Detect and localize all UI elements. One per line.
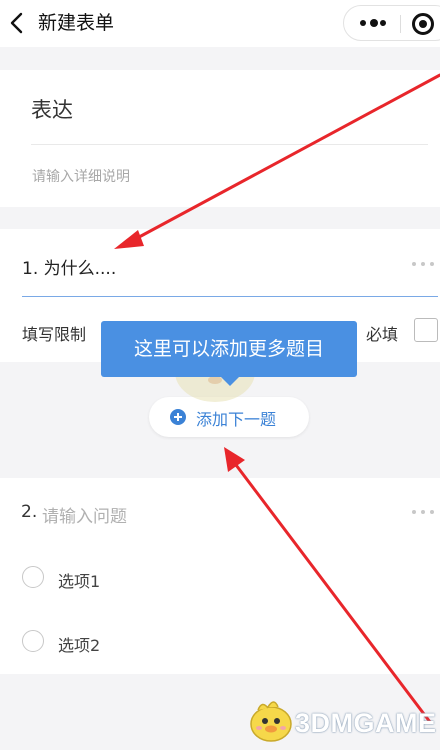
required-checkbox[interactable] (414, 318, 438, 342)
form-description-input[interactable]: 请输入详细说明 (32, 166, 130, 186)
fill-limit-label[interactable]: 填写限制 (22, 321, 86, 345)
more-dots-icon[interactable] (360, 19, 386, 28)
question-1-underline (22, 296, 438, 297)
question-1-text[interactable]: 1. 为什么.... (22, 254, 116, 279)
capsule-divider (400, 15, 401, 33)
question-2-number: 2. (21, 502, 38, 522)
question-2-more-icon[interactable] (412, 510, 438, 516)
watermark-text: 3DMGAME (295, 708, 437, 738)
option-2-radio[interactable] (22, 630, 44, 652)
option-1-label[interactable]: 选项1 (58, 568, 100, 592)
question-2-input[interactable]: 请输入问题 (42, 502, 127, 527)
page-title: 新建表单 (38, 12, 115, 34)
tooltip: 这里可以添加更多题目 (101, 321, 357, 377)
mini-program-capsule (343, 5, 440, 41)
form-title-input[interactable]: 表达 (31, 94, 73, 124)
option-2-label[interactable]: 选项2 (58, 632, 100, 656)
header-divider (31, 144, 428, 145)
top-bar: 新建表单 (0, 0, 440, 47)
form-header-card (0, 70, 440, 207)
target-icon[interactable] (412, 13, 434, 35)
chevron-left-icon[interactable] (6, 11, 30, 35)
question-1-more-icon[interactable] (412, 262, 438, 268)
3dmgame-logo-icon (250, 701, 292, 742)
plus-circle-icon (170, 409, 186, 425)
tooltip-caret (220, 376, 240, 386)
required-label: 必填 (366, 325, 399, 344)
option-1-radio[interactable] (22, 566, 44, 588)
